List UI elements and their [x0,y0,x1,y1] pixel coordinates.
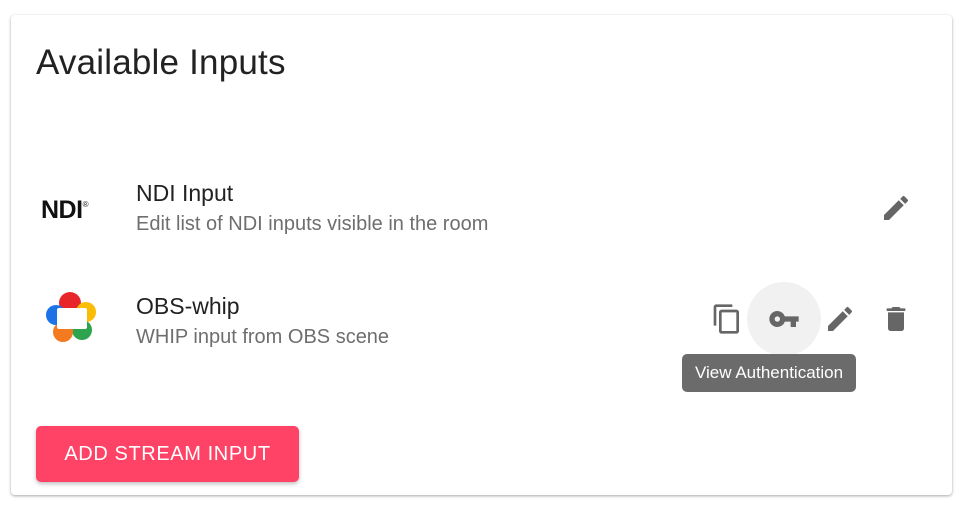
input-description: Edit list of NDI inputs visible in the r… [136,213,489,235]
input-description: WHIP input from OBS scene [136,326,390,348]
key-icon [769,311,799,327]
ndi-logo-mark: ® [82,199,89,209]
ndi-logo: NDI ® [41,178,105,242]
input-row-ndi: NDI ® NDI Input Edit list of NDI inputs … [11,170,952,250]
input-row-obs-whip: OBS-whip WHIP input from OBS scene [11,282,952,363]
delete-button[interactable] [872,295,920,343]
copy-button[interactable] [703,295,751,343]
add-stream-input-button[interactable]: ADD STREAM INPUT [36,426,299,482]
tooltip: View Authentication [682,354,857,392]
webrtc-logo-icon [41,288,105,352]
edit-button[interactable] [816,295,864,343]
delete-icon [886,307,906,331]
edit-button[interactable] [872,184,920,232]
ndi-logo-text: NDI [41,195,83,224]
input-name: NDI Input [136,180,234,206]
input-name: OBS-whip [136,293,240,319]
available-inputs-card: Available Inputs NDI ® NDI Input Edit li… [11,15,952,495]
edit-icon [884,195,909,220]
copy-icon [713,304,739,334]
edit-icon [828,306,853,331]
view-authentication-button[interactable] [747,282,821,356]
card-title: Available Inputs [36,43,286,82]
